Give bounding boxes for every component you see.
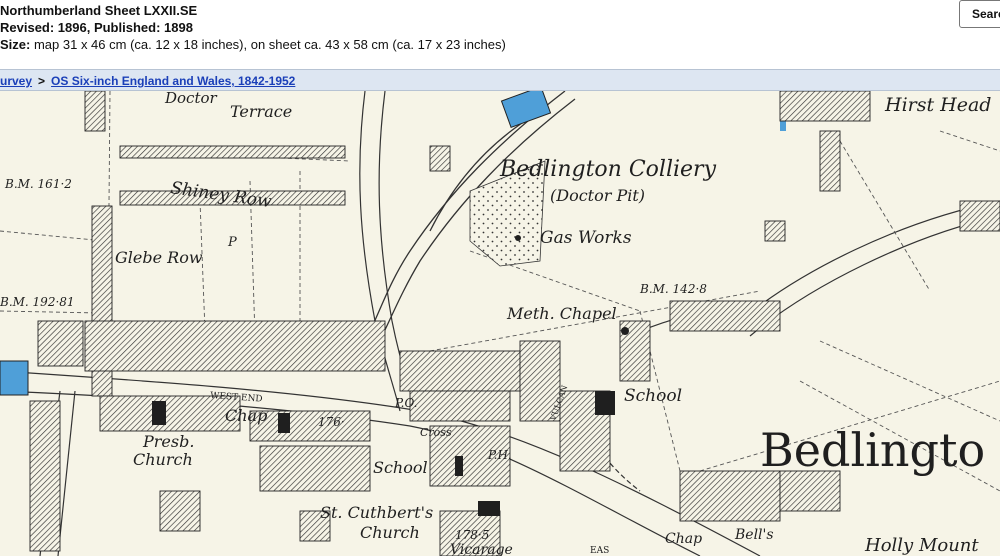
breadcrumb-separator: > bbox=[38, 74, 46, 88]
label-holly-mount: Holly Mount bbox=[864, 535, 979, 556]
label-vicarage: Vicarage bbox=[450, 542, 513, 556]
label-presb: Presb. bbox=[142, 432, 194, 451]
label-chap: Chap bbox=[225, 406, 267, 425]
label-gas-works: Gas Works bbox=[540, 228, 632, 248]
pond-west bbox=[0, 360, 29, 396]
sheet-header: Northumberland Sheet LXXII.SE Revised: 1… bbox=[0, 0, 1000, 68]
sheet-size-label: Size: bbox=[0, 37, 31, 52]
label-bm-178: 178·5 bbox=[455, 528, 489, 542]
label-church-2: Church bbox=[360, 523, 420, 542]
label-school-1: School bbox=[624, 386, 682, 406]
sheet-size: Size: map 31 x 46 cm (ca. 12 x 18 inches… bbox=[0, 37, 506, 52]
label-east: EAS bbox=[590, 546, 609, 556]
label-doctor-pit: (Doctor Pit) bbox=[550, 186, 645, 205]
sheet-revised: Revised: 1896, Published: 1898 bbox=[0, 20, 193, 35]
label-bedlington-colliery: Bedlington Colliery bbox=[499, 157, 717, 182]
label-hirst-head: Hirst Head bbox=[884, 94, 991, 116]
label-bm-176: 176· bbox=[318, 415, 345, 429]
label-st-cuthberts: St. Cuthbert's bbox=[320, 503, 433, 522]
map-canvas[interactable]: Doctor Terrace Hirst Head Bedlington Col… bbox=[0, 91, 1000, 556]
map-viewer[interactable]: Doctor Terrace Hirst Head Bedlington Col… bbox=[0, 91, 1000, 556]
search-button[interactable]: Searc bbox=[959, 0, 1000, 28]
sheet-title: Northumberland Sheet LXXII.SE bbox=[0, 3, 198, 18]
label-ph: P.H. bbox=[487, 448, 512, 462]
label-school-2: School bbox=[373, 458, 428, 477]
sheet-size-text: map 31 x 46 cm (ca. 12 x 18 inches), on … bbox=[33, 37, 506, 52]
label-bedlington: Bedlingto bbox=[760, 423, 985, 477]
label-terrace: Terrace bbox=[230, 102, 292, 121]
label-meth-chapel: Meth. Chapel bbox=[506, 304, 617, 323]
label-bm-161: B.M. 161·2 bbox=[4, 177, 72, 191]
breadcrumb-six-inch-link[interactable]: OS Six-inch England and Wales, 1842-1952 bbox=[51, 74, 295, 88]
label-chap-2: Chap bbox=[665, 531, 702, 547]
label-cross: Cross bbox=[420, 426, 452, 439]
label-church-1: Church bbox=[133, 450, 193, 469]
label-bm-192: B.M. 192·81 bbox=[0, 295, 75, 309]
label-glebe-row: Glebe Row bbox=[115, 248, 203, 267]
label-p: P bbox=[227, 235, 237, 250]
breadcrumb: urvey > OS Six-inch England and Wales, 184… bbox=[0, 69, 1000, 91]
label-bells: Bell's bbox=[734, 527, 774, 543]
breadcrumb-survey-link[interactable]: urvey bbox=[0, 74, 32, 88]
label-bm-142: B.M. 142·8 bbox=[639, 282, 707, 296]
label-po: P.O. bbox=[394, 396, 417, 410]
label-doctor: Doctor bbox=[164, 91, 218, 107]
